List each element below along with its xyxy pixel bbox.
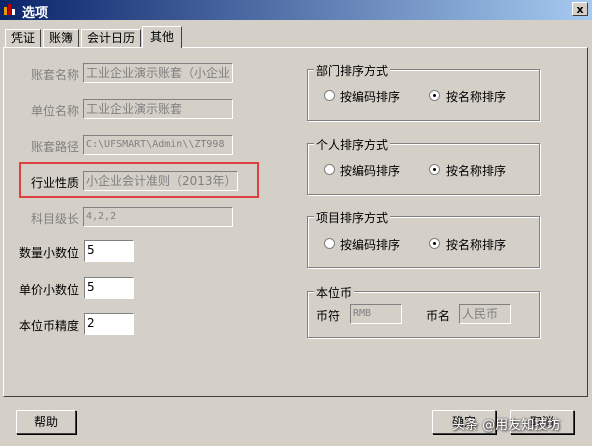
project-sort-name-radio[interactable] [429,238,440,249]
qty-decimals-input[interactable]: 5 [84,240,134,262]
person-sort-name-radio[interactable] [429,164,440,175]
close-button[interactable]: x [572,2,588,16]
title-bar: 选项 x [0,0,592,21]
tab-label: 会计日历 [86,31,135,45]
account-set-name-field: 工业企业演示账套（小企业 [83,63,233,83]
account-path-field: C:\UFSMART\Admin\\ZT998 [83,135,233,155]
app-icon [4,4,15,15]
currency-name-label: 币名 [426,309,451,323]
price-decimals-label: 单价小数位 [19,283,80,297]
industry-type-field: 小企业会计准则（2013年） [83,171,238,191]
base-currency-title: 本位币 [314,284,355,301]
account-path-label: 账套路径 [31,140,80,154]
currency-precision-label: 本位币精度 [19,319,80,333]
currency-name-field: 人民币 [459,304,511,324]
project-sort-title: 项目排序方式 [314,209,391,226]
currency-code-field: RMB [350,304,402,324]
subject-levels-field: 4,2,2 [83,207,233,227]
account-set-name-label: 账套名称 [31,68,80,82]
window-title: 选项 [22,6,49,21]
tab-ledger[interactable]: 账簿 [43,29,79,47]
project-sort-code-radio[interactable] [324,238,335,249]
dept-sort-code-label[interactable]: 按编码排序 [340,88,400,105]
industry-type-label: 行业性质 [31,176,80,190]
help-button[interactable]: 帮助 [16,410,76,434]
tab-label: 凭证 [10,31,35,45]
person-sort-code-radio[interactable] [324,164,335,175]
watermark: 头条 @用友知技坊 [452,418,561,433]
project-sort-group: 项目排序方式 按编码排序 按名称排序 [307,209,540,268]
person-sort-title: 个人排序方式 [314,136,391,153]
unit-name-label: 单位名称 [31,104,80,118]
tab-label: 账簿 [48,31,73,45]
dept-sort-group: 部门排序方式 按编码排序 按名称排序 [307,62,540,121]
currency-code-label: 币符 [316,309,341,323]
tab-voucher[interactable]: 凭证 [5,29,41,47]
price-decimals-input[interactable]: 5 [84,277,134,299]
tab-label: 其他 [149,30,174,44]
dept-sort-title: 部门排序方式 [314,62,391,79]
currency-precision-input[interactable]: 2 [84,313,134,335]
qty-decimals-label: 数量小数位 [19,246,80,260]
dept-sort-code-radio[interactable] [324,90,335,101]
subject-levels-label: 科目级长 [31,212,80,226]
project-sort-name-label[interactable]: 按名称排序 [446,236,506,253]
dept-sort-name-label[interactable]: 按名称排序 [446,88,506,105]
project-sort-code-label[interactable]: 按编码排序 [340,236,400,253]
unit-name-field: 工业企业演示账套 [83,99,233,119]
person-sort-group: 个人排序方式 按编码排序 按名称排序 [307,136,540,195]
tab-accounting-calendar[interactable]: 会计日历 [81,29,141,47]
tab-other[interactable]: 其他 [142,26,182,48]
close-icon: x [576,3,584,16]
person-sort-code-label[interactable]: 按编码排序 [340,162,400,179]
base-currency-group: 本位币 币符 RMB 币名 人民币 [307,284,540,338]
person-sort-name-label[interactable]: 按名称排序 [446,162,506,179]
dept-sort-name-radio[interactable] [429,90,440,101]
